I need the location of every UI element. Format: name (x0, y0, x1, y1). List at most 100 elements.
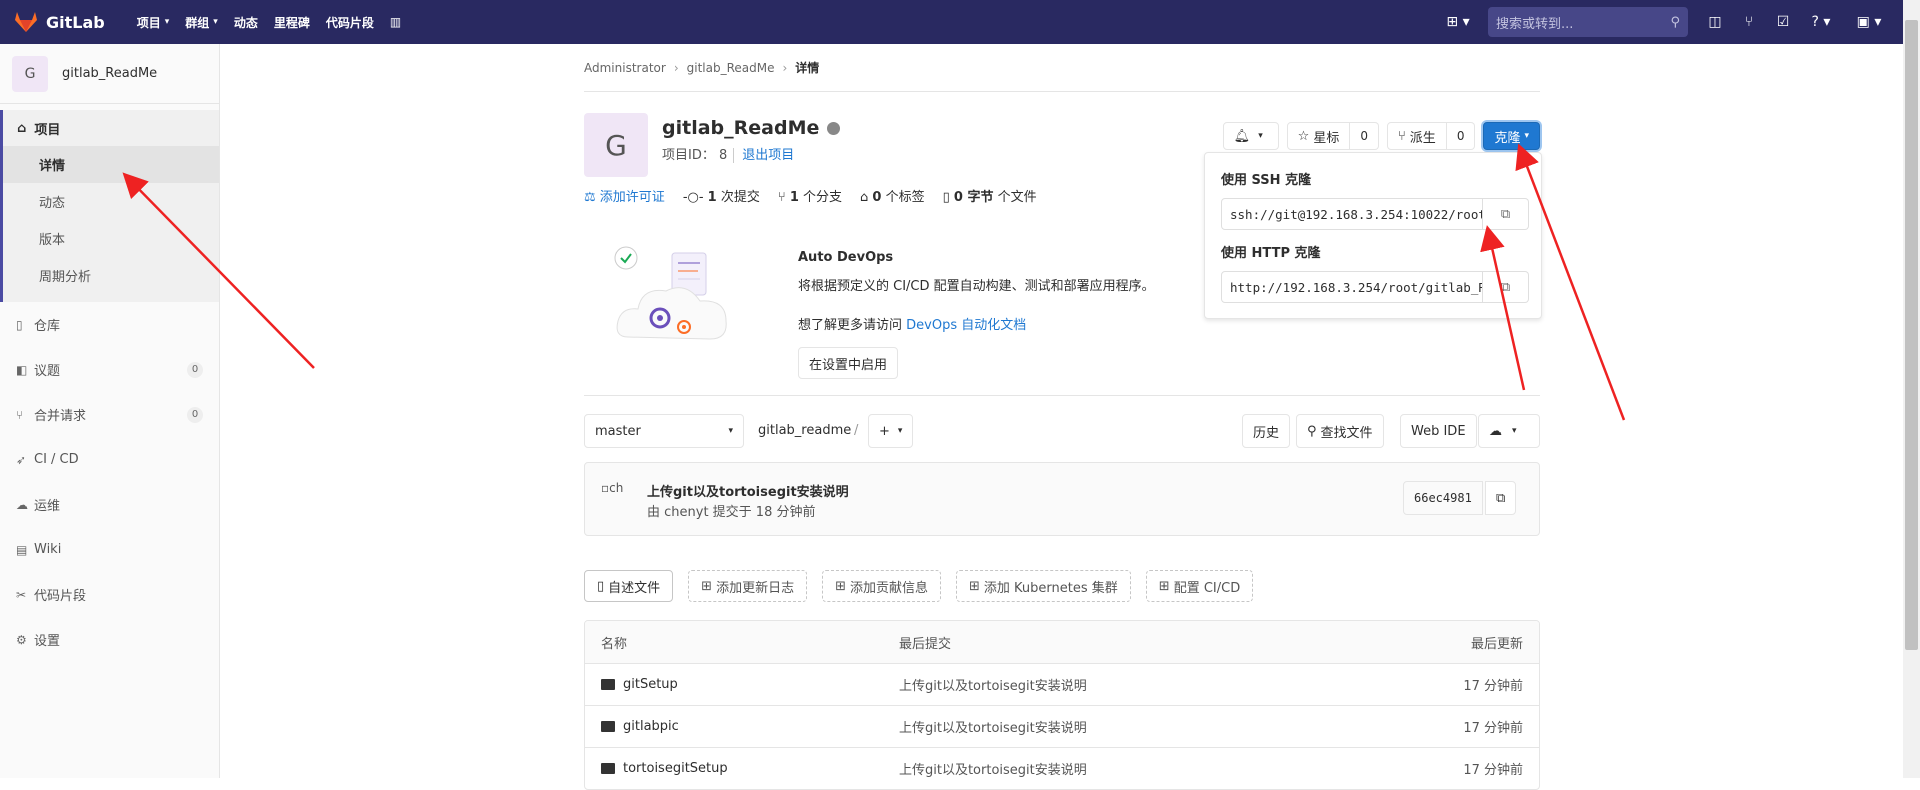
sidebar-item-snippets[interactable]: ✂ 代码片段 (0, 572, 219, 617)
project-stats: ⚖ 添加许可证 -○- 1 次提交 ⑂ 1 个分支 ⌂ 0 个标签 ▯ 0 字节… (584, 186, 1055, 205)
commits-stat[interactable]: -○- 1 次提交 (683, 186, 760, 205)
download-icon: ☁ (1489, 423, 1502, 439)
merge-request-icon[interactable]: ⑂ (1732, 0, 1766, 44)
last-update: 17 分钟前 (1463, 763, 1523, 778)
breadcrumb: Administrator › gitlab_ReadMe › 详情 (584, 44, 1540, 92)
history-button[interactable]: 历史 (1242, 414, 1291, 448)
file-icon: ▯ (942, 190, 954, 205)
quick-actions: ▯ 自述文件 ⊞ 添加更新日志 ⊞ 添加贡献信息 ⊞ 添加 Kubernetes… (584, 570, 1268, 602)
sidebar-toggle-icon[interactable]: ◫ (1698, 0, 1732, 44)
nav-activity[interactable]: 动态 (226, 14, 266, 31)
devops-docs-link[interactable]: DevOps 自动化文档 (906, 318, 1026, 333)
search-icon: ⚲ (1307, 423, 1317, 439)
scale-icon: ⚖ (584, 190, 600, 205)
fork-icon: ⑂ (1397, 128, 1406, 144)
gitlab-logo[interactable]: GitLab (14, 11, 105, 33)
sidebar-item-project[interactable]: ⌂ 项目 (3, 110, 219, 146)
breadcrumb-admin[interactable]: Administrator (584, 61, 666, 75)
file-name-link[interactable]: gitSetup (623, 677, 678, 692)
search-input[interactable]: 搜索或转到... ⚲ (1488, 7, 1688, 37)
download-button[interactable]: ☁ ▾ (1478, 414, 1540, 448)
notification-button[interactable]: 🔔︎ ▾ (1222, 122, 1279, 150)
nav-projects[interactable]: 项目 ▾ (129, 14, 178, 31)
star-count[interactable]: 0 (1350, 122, 1379, 150)
help-icon[interactable]: ? ▾ (1800, 0, 1842, 44)
tags-stat[interactable]: ⌂ 0 个标签 (860, 186, 925, 205)
branch-select[interactable]: master ▾ (584, 414, 744, 448)
sidebar-item-repository[interactable]: ▯ 仓库 (0, 302, 219, 347)
file-name-link[interactable]: gitlabpic (623, 719, 679, 734)
todo-icon[interactable]: ☑ (1766, 0, 1800, 44)
file-icon: ▯ (597, 578, 605, 594)
table-row[interactable]: gitSetup 上传git以及tortoisegit安装说明 17 分钟前 (585, 663, 1539, 705)
gear-icon: ⚙ (16, 632, 27, 647)
ssh-url-field[interactable]: ssh://git@192.168.3.254:10022/root/gitla… (1221, 198, 1483, 230)
path-separator: / (854, 423, 859, 438)
sidebar-subitem-cycle-analytics[interactable]: 周期分析 (3, 257, 219, 294)
chevron-down-icon: ▾ (897, 426, 903, 436)
nav-groups[interactable]: 群组 ▾ (177, 14, 226, 31)
sidebar-item-wiki[interactable]: ▤ Wiki (0, 527, 219, 572)
sidebar-item-merge-requests[interactable]: ⑂ 合并请求 0 (0, 392, 219, 437)
add-license-link[interactable]: ⚖ 添加许可证 (584, 186, 665, 205)
sidebar-section-project: ⌂ 项目 详情 动态 版本 周期分析 (0, 110, 219, 302)
sidebar-item-ci-cd[interactable]: ➶ CI / CD (0, 437, 219, 482)
file-name-link[interactable]: tortoisegitSetup (623, 761, 728, 776)
sidebar-project-header[interactable]: G gitlab_ReadMe (0, 44, 219, 104)
plus-square-icon: ⊞ (1158, 578, 1170, 594)
globe-icon (827, 121, 841, 135)
breadcrumb-project[interactable]: gitlab_ReadMe (687, 61, 775, 75)
repo-path[interactable]: gitlab_readme (758, 423, 851, 438)
add-contributing-button[interactable]: ⊞ 添加贡献信息 (822, 570, 942, 602)
enable-in-settings-button[interactable]: 在设置中启用 (798, 347, 899, 379)
add-file-button[interactable]: + ▾ (868, 414, 914, 448)
page-scrollbar[interactable] (1903, 0, 1920, 778)
web-ide-button[interactable]: Web IDE (1400, 414, 1477, 448)
commit-message[interactable]: 上传git以及tortoisegit安装说明 (647, 481, 849, 500)
scrollbar-thumb[interactable] (1905, 20, 1918, 650)
star-button[interactable]: ☆ 星标 (1286, 122, 1351, 150)
find-file-button[interactable]: ⚲ 查找文件 (1296, 414, 1384, 448)
fork-button[interactable]: ⑂ 派生 (1386, 122, 1447, 150)
last-commit-link[interactable]: 上传git以及tortoisegit安装说明 (899, 717, 1339, 736)
search-icon: ⚲ (1670, 14, 1680, 30)
last-commit-link[interactable]: 上传git以及tortoisegit安装说明 (899, 759, 1339, 778)
table-row[interactable]: tortoisegitSetup 上传git以及tortoisegit安装说明 … (585, 747, 1539, 789)
main-content: Administrator › gitlab_ReadMe › 详情 G gitla… (584, 44, 1542, 790)
chart-icon[interactable]: ▥ (382, 14, 409, 31)
sidebar-subitem-releases[interactable]: 版本 (3, 220, 219, 257)
commit-author-avatar[interactable]: ▫ch (601, 481, 633, 513)
page-title: gitlab_ReadMe (662, 117, 820, 139)
setup-ci-cd-button[interactable]: ⊞ 配置 CI/CD (1145, 570, 1254, 602)
tanuki-icon (15, 12, 37, 32)
chevron-down-icon: ▾ (213, 17, 218, 27)
branches-stat[interactable]: ⑂ 1 个分支 (778, 186, 842, 205)
project-actions: 🔔︎ ▾ ☆ 星标 0 ⑂ 派生 0 克隆 ▾ (1222, 122, 1540, 150)
table-row[interactable]: gitlabpic 上传git以及tortoisegit安装说明 17 分钟前 (585, 705, 1539, 747)
sidebar-subitem-details[interactable]: 详情 (3, 146, 219, 183)
copy-ssh-icon[interactable]: ⧉ (1483, 198, 1529, 230)
sidebar-item-issues[interactable]: ◧ 议题 0 (0, 347, 219, 392)
add-changelog-button[interactable]: ⊞ 添加更新日志 (688, 570, 808, 602)
nav-snippets[interactable]: 代码片段 (318, 14, 382, 31)
user-avatar-icon[interactable]: ▣ ▾ (1842, 0, 1896, 44)
copy-sha-icon[interactable]: ⧉ (1485, 481, 1517, 515)
ssh-clone-label: 使用 SSH 克隆 (1221, 173, 1312, 188)
operations-icon: ☁ (16, 497, 28, 512)
folder-icon (601, 763, 615, 774)
copy-http-icon[interactable]: ⧉ (1483, 271, 1529, 303)
http-url-field[interactable]: http://192.168.3.254/root/gitlab_ReadMe.… (1221, 271, 1483, 303)
leave-project-link[interactable]: 退出项目 (733, 148, 795, 163)
fork-count[interactable]: 0 (1446, 122, 1476, 150)
new-item-icon[interactable]: ⊞ ▾ (1438, 0, 1478, 44)
sidebar-subitem-activity[interactable]: 动态 (3, 183, 219, 220)
sidebar-item-operations[interactable]: ☁ 运维 (0, 482, 219, 527)
sidebar-item-settings[interactable]: ⚙ 设置 (0, 617, 219, 662)
last-commit-link[interactable]: 上传git以及tortoisegit安装说明 (899, 675, 1339, 694)
devops-learn-text: 想了解更多请访问 (798, 318, 907, 333)
commit-sha[interactable]: 66ec4981 (1403, 481, 1483, 515)
clone-button[interactable]: 克隆 ▾ (1483, 122, 1540, 150)
readme-button[interactable]: ▯ 自述文件 (584, 570, 674, 602)
add-kubernetes-button[interactable]: ⊞ 添加 Kubernetes 集群 (956, 570, 1131, 602)
nav-milestones[interactable]: 里程碑 (266, 14, 318, 31)
